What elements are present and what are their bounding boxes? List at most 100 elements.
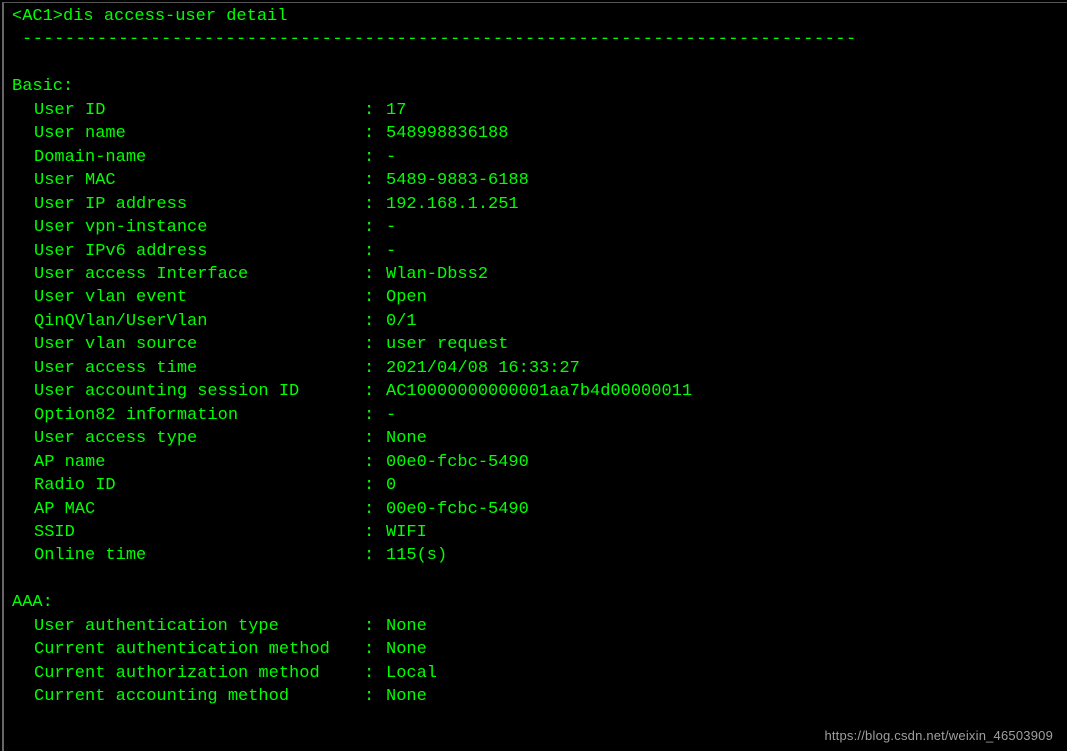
field-row: AP name:00e0-fcbc-5490: [4, 451, 1067, 474]
field-colon: :: [364, 357, 386, 380]
field-value: Local: [386, 662, 1067, 685]
field-colon: :: [364, 263, 386, 286]
field-colon: :: [364, 662, 386, 685]
field-value: 00e0-fcbc-5490: [386, 451, 1067, 474]
section-header-aaa: AAA:: [4, 591, 1067, 614]
field-value: None: [386, 638, 1067, 661]
field-row: User name:548998836188: [4, 122, 1067, 145]
field-colon: :: [364, 427, 386, 450]
field-label: User access type: [34, 427, 364, 450]
field-label: User accounting session ID: [34, 380, 364, 403]
field-row: User IPv6 address:-: [4, 240, 1067, 263]
field-colon: :: [364, 521, 386, 544]
field-row: User IP address:192.168.1.251: [4, 193, 1067, 216]
field-row: User authentication type:None: [4, 615, 1067, 638]
terminal-output: <AC1>dis access-user detail ------------…: [2, 2, 1067, 751]
command-prompt: <AC1>dis access-user detail: [4, 5, 1067, 28]
field-row: User access Interface:Wlan-Dbss2: [4, 263, 1067, 286]
field-value: 5489-9883-6188: [386, 169, 1067, 192]
field-value: 548998836188: [386, 122, 1067, 145]
field-value: Open: [386, 286, 1067, 309]
field-colon: :: [364, 498, 386, 521]
field-value: -: [386, 216, 1067, 239]
field-row: AP MAC:00e0-fcbc-5490: [4, 498, 1067, 521]
field-value: WIFI: [386, 521, 1067, 544]
field-value: -: [386, 240, 1067, 263]
field-label: AP MAC: [34, 498, 364, 521]
field-value: 00e0-fcbc-5490: [386, 498, 1067, 521]
field-label: Option82 information: [34, 404, 364, 427]
section-header-basic: Basic:: [4, 75, 1067, 98]
field-colon: :: [364, 286, 386, 309]
field-colon: :: [364, 451, 386, 474]
blank-line: [4, 568, 1067, 591]
field-value: 192.168.1.251: [386, 193, 1067, 216]
field-row: User vlan event:Open: [4, 286, 1067, 309]
field-row: User access type:None: [4, 427, 1067, 450]
field-label: User MAC: [34, 169, 364, 192]
field-colon: :: [364, 216, 386, 239]
field-row: SSID:WIFI: [4, 521, 1067, 544]
watermark: https://blog.csdn.net/weixin_46503909: [824, 727, 1053, 745]
field-colon: :: [364, 615, 386, 638]
field-label: User ID: [34, 99, 364, 122]
field-label: User authentication type: [34, 615, 364, 638]
field-row: Radio ID:0: [4, 474, 1067, 497]
field-colon: :: [364, 193, 386, 216]
field-colon: :: [364, 122, 386, 145]
field-value: None: [386, 427, 1067, 450]
field-label: SSID: [34, 521, 364, 544]
field-colon: :: [364, 169, 386, 192]
field-row: QinQVlan/UserVlan:0/1: [4, 310, 1067, 333]
field-row: Current accounting method:None: [4, 685, 1067, 708]
field-value: Wlan-Dbss2: [386, 263, 1067, 286]
field-label: Current accounting method: [34, 685, 364, 708]
field-colon: :: [364, 380, 386, 403]
field-value: 0/1: [386, 310, 1067, 333]
field-row: User vpn-instance:-: [4, 216, 1067, 239]
field-colon: :: [364, 99, 386, 122]
field-colon: :: [364, 544, 386, 567]
field-row: User MAC:5489-9883-6188: [4, 169, 1067, 192]
blank-line: [4, 52, 1067, 75]
field-row: Online time:115(s): [4, 544, 1067, 567]
field-value: None: [386, 685, 1067, 708]
field-label: User vlan event: [34, 286, 364, 309]
field-colon: :: [364, 333, 386, 356]
field-row: Current authentication method:None: [4, 638, 1067, 661]
field-label: User vlan source: [34, 333, 364, 356]
separator-line: ----------------------------------------…: [4, 28, 1067, 51]
field-value: user request: [386, 333, 1067, 356]
field-value: 115(s): [386, 544, 1067, 567]
field-value: 2021/04/08 16:33:27: [386, 357, 1067, 380]
field-label: Current authentication method: [34, 638, 364, 661]
field-row: User access time:2021/04/08 16:33:27: [4, 357, 1067, 380]
field-value: None: [386, 615, 1067, 638]
field-colon: :: [364, 638, 386, 661]
field-value: -: [386, 146, 1067, 169]
field-label: User access Interface: [34, 263, 364, 286]
field-label: Domain-name: [34, 146, 364, 169]
field-row: Domain-name:-: [4, 146, 1067, 169]
field-label: User access time: [34, 357, 364, 380]
field-colon: :: [364, 474, 386, 497]
field-label: User IPv6 address: [34, 240, 364, 263]
field-colon: :: [364, 685, 386, 708]
field-row: Current authorization method:Local: [4, 662, 1067, 685]
field-label: QinQVlan/UserVlan: [34, 310, 364, 333]
field-label: Radio ID: [34, 474, 364, 497]
field-value: AC10000000000001aa7b4d00000011: [386, 380, 1067, 403]
field-row: User accounting session ID:AC10000000000…: [4, 380, 1067, 403]
field-row: User vlan source:user request: [4, 333, 1067, 356]
field-colon: :: [364, 310, 386, 333]
field-label: AP name: [34, 451, 364, 474]
field-label: User name: [34, 122, 364, 145]
field-label: User vpn-instance: [34, 216, 364, 239]
field-colon: :: [364, 404, 386, 427]
field-value: -: [386, 404, 1067, 427]
field-label: User IP address: [34, 193, 364, 216]
field-colon: :: [364, 240, 386, 263]
field-row: Option82 information:-: [4, 404, 1067, 427]
field-row: User ID:17: [4, 99, 1067, 122]
field-colon: :: [364, 146, 386, 169]
